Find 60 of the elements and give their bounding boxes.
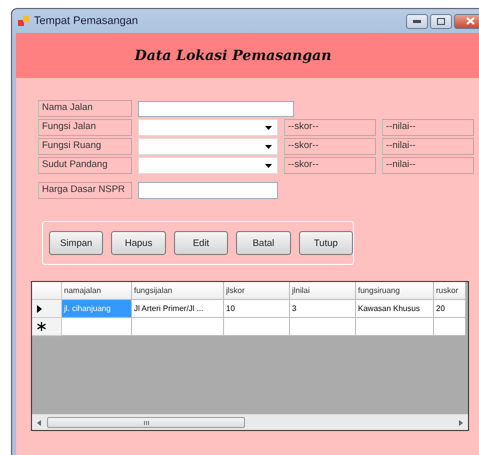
table-cell[interactable] (290, 318, 356, 336)
table-cell[interactable]: Kawasan Khusus (356, 300, 434, 318)
grip-icon (144, 420, 148, 424)
scroll-thumb[interactable] (47, 417, 245, 428)
table-cell[interactable] (434, 318, 466, 336)
column-header[interactable]: jlnilai (290, 282, 356, 300)
action-button[interactable]: Edit (174, 231, 228, 255)
dropdown[interactable] (138, 138, 278, 155)
action-button[interactable]: Batal (236, 231, 291, 255)
table-cell[interactable] (62, 318, 132, 336)
form-heading: Data Lokasi Pemasangan (134, 48, 332, 64)
dropdown[interactable] (138, 157, 278, 174)
column-header[interactable]: fungsijalan (132, 282, 224, 300)
window-title: Tempat Pemasangan (34, 15, 138, 27)
table-cell[interactable]: 3 (290, 300, 356, 318)
text-field[interactable] (138, 100, 294, 116)
table-cell[interactable]: 20 (434, 300, 466, 318)
column-header[interactable]: ruskor (434, 282, 466, 300)
dropdown[interactable] (138, 119, 278, 136)
table-cell[interactable] (356, 318, 434, 336)
minimize-button[interactable] (406, 14, 428, 28)
column-header[interactable]: namajalan (62, 282, 132, 300)
row-header[interactable] (32, 318, 62, 336)
score-label: --skor-- (284, 157, 376, 174)
field-label: Fungsi Ruang (38, 138, 132, 155)
table-cell[interactable] (132, 318, 224, 336)
column-header[interactable]: fungsiruang (356, 282, 434, 300)
field-label: Harga Dasar NSPR (38, 182, 132, 199)
maximize-button[interactable] (430, 14, 452, 28)
corner-header (32, 282, 62, 300)
value-label: --nilai-- (382, 157, 474, 174)
score-label: --skor-- (284, 138, 376, 155)
scroll-right-icon (459, 420, 463, 426)
field-label: Nama Jalan (38, 100, 132, 117)
close-button[interactable] (454, 14, 479, 28)
table-cell[interactable]: 10 (224, 300, 290, 318)
current-row-icon (37, 304, 42, 312)
action-button[interactable]: Simpan (49, 231, 104, 255)
scroll-left-icon (37, 420, 41, 426)
text-field[interactable] (138, 182, 278, 199)
new-row-icon (37, 322, 46, 331)
column-header[interactable]: jlskor (224, 282, 290, 300)
value-label: --nilai-- (382, 119, 474, 136)
caret-icon (265, 144, 272, 148)
maximize-icon (437, 18, 445, 24)
field-label: Sudut Pandang (38, 157, 132, 174)
score-label: --skor-- (284, 119, 376, 136)
action-button[interactable]: Hapus (111, 231, 166, 255)
horizontal-scrollbar[interactable] (32, 414, 468, 430)
value-label: --nilai-- (382, 138, 474, 155)
caret-icon (265, 126, 272, 130)
close-icon (466, 17, 474, 25)
row-header[interactable] (32, 300, 62, 318)
caret-icon (265, 164, 272, 168)
minimize-icon (413, 20, 421, 22)
app-icon (18, 15, 30, 27)
field-label: Fungsi Jalan (38, 119, 132, 136)
table-cell[interactable] (224, 318, 290, 336)
table-cell[interactable]: Jl Arteri Primer/Jl ... (132, 300, 224, 318)
action-button[interactable]: Tutup (298, 231, 354, 255)
